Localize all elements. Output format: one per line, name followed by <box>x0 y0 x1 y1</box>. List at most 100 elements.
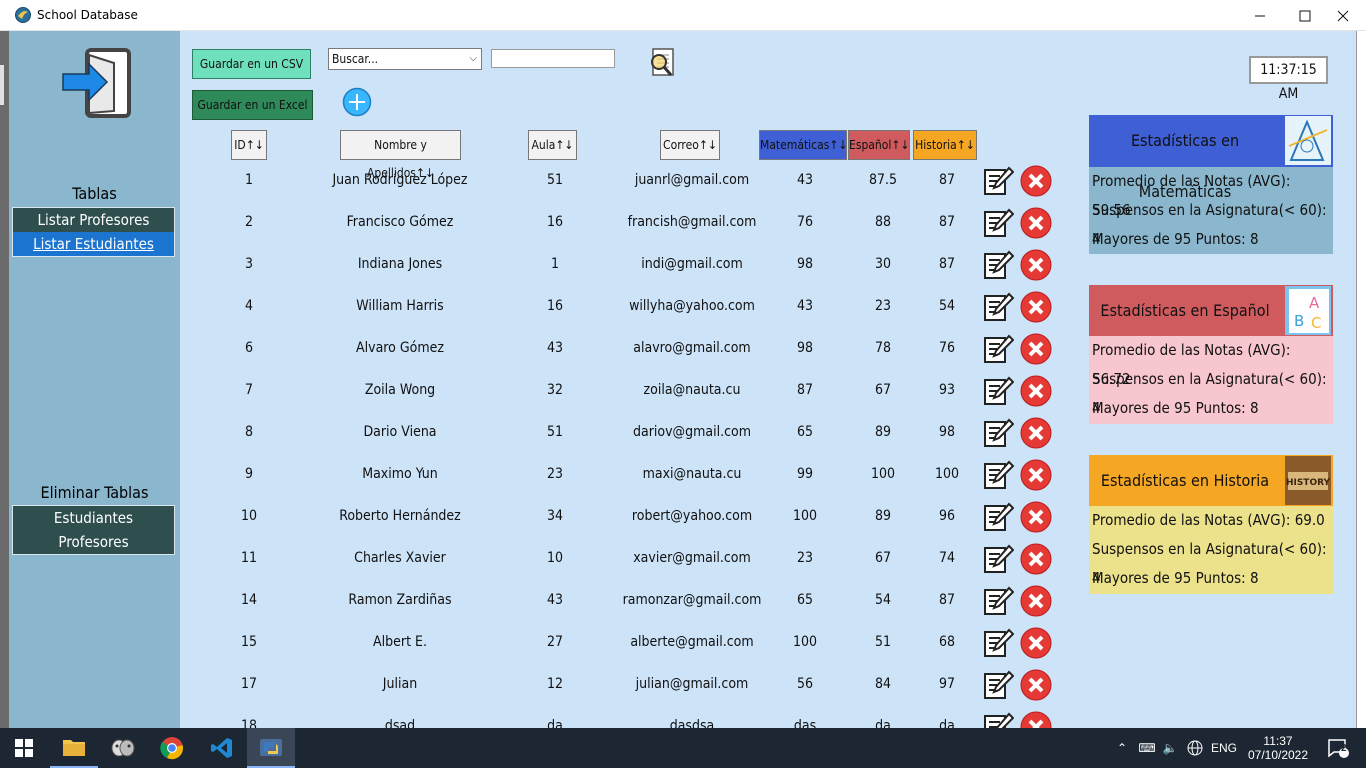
delete-icon[interactable] <box>1020 585 1052 617</box>
header-historia-button[interactable]: Historia↑↓ <box>913 130 977 160</box>
taskbar-python-app[interactable] <box>247 728 295 768</box>
list-estudiantes-button[interactable]: Listar Estudiantes <box>13 232 174 256</box>
cell-id: 14 <box>240 592 258 608</box>
edit-icon[interactable] <box>982 333 1014 365</box>
start-button[interactable] <box>0 728 48 768</box>
stats-hist-avg: Promedio de las Notas (AVG): 69.0 <box>1092 511 1325 529</box>
delete-icon[interactable] <box>1020 165 1052 197</box>
edit-icon[interactable] <box>982 669 1014 701</box>
vscode-icon <box>211 738 232 758</box>
delete-icon[interactable] <box>1020 459 1052 491</box>
close-icon <box>1337 10 1349 21</box>
cell-id: 9 <box>244 466 253 482</box>
taskbar-app-masks[interactable] <box>99 728 147 768</box>
edit-icon[interactable] <box>982 711 1014 728</box>
search-field-select[interactable]: Buscar... ⌵ <box>328 48 482 70</box>
search-icon[interactable] <box>646 47 678 79</box>
stats-hist-top: Mayores de 95 Puntos: 8 <box>1092 569 1259 587</box>
speaker-glyph: 🔈 <box>1162 741 1178 755</box>
delete-icon[interactable] <box>1020 669 1052 701</box>
header-nombre-button[interactable]: Nombre y Apellidos↑↓ <box>340 130 461 180</box>
delete-icon[interactable] <box>1020 627 1052 659</box>
system-clock[interactable]: 11:37 07/10/2022 <box>1244 728 1312 768</box>
cell-nombre: Dario Viena <box>363 424 437 440</box>
taskbar-vscode[interactable] <box>198 728 246 768</box>
clock-display: 11:37:15 AM <box>1249 56 1328 102</box>
edit-icon[interactable] <box>982 291 1014 323</box>
stats-hist-title: Estadísticas en Historia <box>1100 471 1270 490</box>
ime-icon[interactable]: ⌨ <box>1136 728 1158 768</box>
header-espanol-button[interactable]: Español↑↓ <box>848 130 910 160</box>
edit-icon[interactable] <box>982 627 1014 659</box>
stats-math-panel: Estadísticas en Matemáticas Promedio de … <box>1089 115 1333 254</box>
taskbar-chrome[interactable] <box>148 728 196 768</box>
delete-icon[interactable] <box>1020 291 1052 323</box>
minimize-button[interactable] <box>1237 0 1283 31</box>
cell-id: 8 <box>244 424 253 440</box>
edit-icon[interactable] <box>982 501 1014 533</box>
close-window-button[interactable] <box>1320 0 1366 31</box>
chrome-icon <box>160 737 183 760</box>
stats-esp-top: Mayores de 95 Puntos: 8 <box>1092 399 1259 417</box>
list-profesores-button[interactable]: Listar Profesores <box>13 208 174 232</box>
cell-aula: da <box>547 718 563 728</box>
edit-icon[interactable] <box>982 459 1014 491</box>
edit-icon[interactable] <box>982 207 1014 239</box>
volume-icon[interactable]: 🔈 <box>1158 728 1182 768</box>
stats-hist-panel: Estadísticas en Historia HISTORY Promedi… <box>1089 455 1333 594</box>
edit-icon[interactable] <box>982 165 1014 197</box>
cell-aula: 10 <box>546 550 564 566</box>
delete-icon[interactable] <box>1020 543 1052 575</box>
masks-icon <box>111 739 135 757</box>
show-hidden-icons-button[interactable]: ⌃ <box>1112 728 1132 768</box>
globe-icon <box>1187 740 1203 756</box>
cell-nombre: dsad <box>384 718 416 728</box>
delete-icon[interactable] <box>1020 333 1052 365</box>
header-correo-button[interactable]: Correo↑↓ <box>660 130 720 160</box>
delete-icon[interactable] <box>1020 711 1052 728</box>
save-csv-button[interactable]: Guardar en un CSV <box>192 49 311 79</box>
ime-glyph: ⌨ <box>1138 741 1156 755</box>
notification-center-button[interactable]: 2 <box>1318 728 1358 768</box>
header-id-button[interactable]: ID↑↓ <box>231 130 267 160</box>
cell-nombre: Charles Xavier <box>354 550 446 566</box>
cell-aula: 16 <box>546 298 564 314</box>
edit-icon[interactable] <box>982 585 1014 617</box>
exit-door-icon[interactable] <box>59 47 133 119</box>
add-student-icon[interactable] <box>342 87 372 117</box>
edit-icon[interactable] <box>982 543 1014 575</box>
delete-icon[interactable] <box>1020 249 1052 281</box>
header-matematicas-button[interactable]: Matemáticas↑↓ <box>759 130 847 160</box>
cell-aula: 43 <box>546 340 564 356</box>
delete-menu: Estudiantes Profesores <box>12 505 175 555</box>
search-input[interactable] <box>491 49 615 68</box>
tables-section-title: Tablas <box>72 184 117 203</box>
delete-icon[interactable] <box>1020 375 1052 407</box>
stats-esp-header: Estadísticas en Español A B C <box>1089 285 1333 336</box>
delete-estudiantes-button[interactable]: Estudiantes <box>13 506 174 530</box>
delete-icon[interactable] <box>1020 417 1052 449</box>
network-icon[interactable] <box>1183 728 1207 768</box>
header-aula-button[interactable]: Aula↑↓ <box>528 130 577 160</box>
language-indicator[interactable]: ENG <box>1208 728 1240 768</box>
save-excel-button[interactable]: Guardar en un Excel <box>192 90 313 120</box>
taskbar-file-explorer[interactable] <box>50 728 98 768</box>
cell-nombre: William Harris <box>356 298 444 314</box>
history-book-icon: HISTORY <box>1285 456 1331 505</box>
edit-icon[interactable] <box>982 249 1014 281</box>
stats-hist-header: Estadísticas en Historia HISTORY <box>1089 455 1333 506</box>
delete-icon[interactable] <box>1020 207 1052 239</box>
delete-profesores-button[interactable]: Profesores <box>13 530 174 554</box>
delete-icon[interactable] <box>1020 501 1052 533</box>
cell-aula: 12 <box>546 676 564 692</box>
edit-icon[interactable] <box>982 417 1014 449</box>
cell-nombre: Albert E. <box>373 634 427 650</box>
cell-aula: 32 <box>546 382 564 398</box>
stats-esp-fail: Suspensos en la Asignatura(< 60): 4 <box>1092 370 1327 417</box>
edit-icon[interactable] <box>982 375 1014 407</box>
cell-id: 2 <box>244 214 253 230</box>
cell-nombre: Maximo Yun <box>362 466 438 482</box>
cell-id: 1 <box>244 172 253 188</box>
cell-id: 15 <box>240 634 258 650</box>
stats-math-title: Estadísticas en Matemáticas <box>1130 131 1240 201</box>
